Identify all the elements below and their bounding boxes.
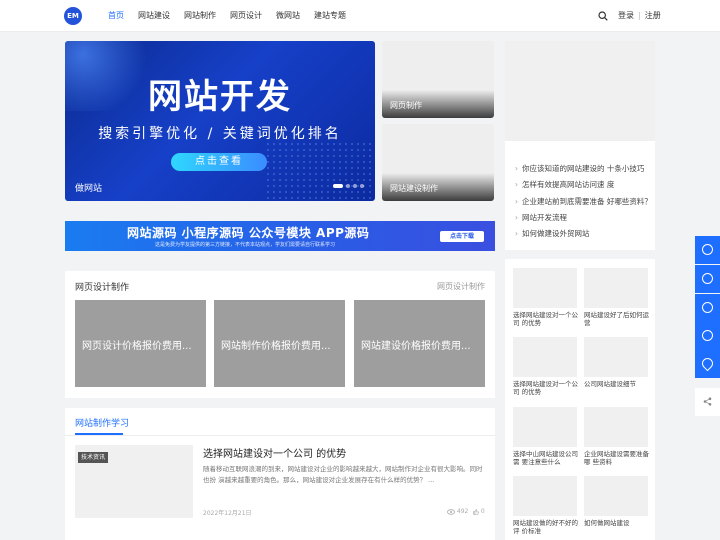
side-card-site-building[interactable]: 网站建设制作 [382, 124, 494, 201]
hero-banner[interactable]: 网站开发 搜索引擎优化 / 关键词优化排名 点击查看 做网站 [65, 41, 375, 201]
grid-caption[interactable]: 选择中山网站建设公司需 要注意些什么 [513, 450, 581, 466]
grid-thumbnail[interactable] [513, 407, 577, 447]
list-item[interactable]: 企业建站前到底需要准备 好哪些资料？ [515, 194, 652, 210]
banner-view-button[interactable]: 点击查看 [171, 153, 267, 171]
section-title: 网页设计制作 [75, 283, 130, 293]
likes-count: 0 [480, 508, 485, 515]
tab-web-making-learning[interactable]: 网站制作学习 [75, 416, 129, 429]
grid-caption[interactable]: 网站建设做的好不好的评 价标准 [513, 519, 581, 535]
tile-caption: 网站制作价格报价费用... [221, 341, 331, 352]
design-tile[interactable]: 网页设计价格报价费用... [75, 300, 206, 387]
float-qq-button[interactable] [695, 294, 720, 322]
grid-thumbnail[interactable] [584, 268, 648, 308]
section-more-link[interactable]: 网页设计制作 [437, 281, 485, 292]
site-header: EM 首页 网站建设 网站制作 网页设计 微网站 建站专题 登录 | 注册 [0, 0, 720, 32]
grid-caption[interactable]: 选择网站建设对一个公司 的优势 [513, 380, 581, 396]
article-views: 492 [447, 508, 468, 515]
nav-website-building[interactable]: 网站建设 [138, 0, 170, 32]
tab-divider [65, 435, 495, 436]
grid-thumbnail[interactable] [513, 476, 577, 516]
search-icon[interactable] [598, 11, 608, 21]
carousel-dot[interactable] [333, 184, 343, 188]
source-code-ad[interactable]: 网站源码 小程序源码 公众号模块 APP源码 这是免费为学友提供的第三方链接，不… [65, 221, 495, 251]
article-title[interactable]: 选择网站建设对一个公司 的优势 [203, 445, 346, 460]
banner-subtitle: 搜索引擎优化 / 关键词优化排名 [98, 126, 342, 142]
grid-thumbnail[interactable] [584, 407, 648, 447]
web-design-section: 网页设计制作 网页设计制作 网页设计价格报价费用... 网站制作价格报价费用..… [65, 271, 495, 398]
right-ad-placeholder[interactable] [505, 41, 655, 141]
service-icon [702, 244, 713, 255]
grid-caption[interactable]: 选择网站建设对一个公司 的优势 [513, 311, 581, 327]
right-thumb-grid: 选择网站建设对一个公司 的优势 网站建设好了后如何运营 选择网站建设对一个公司 … [505, 259, 655, 540]
card-caption: 网站建设制作 [390, 184, 438, 193]
list-item[interactable]: 怎样有效提高网站访问速 度 [515, 177, 652, 193]
articles-section: 网站制作学习 技术资讯 选择网站建设对一个公司 的优势 随着移动互联网浪潮的到来… [65, 408, 495, 540]
float-wechat-button[interactable] [695, 265, 720, 293]
water-icon [699, 355, 716, 372]
carousel-dot[interactable] [346, 184, 350, 188]
share-icon [703, 396, 712, 406]
grid-caption[interactable]: 企业网站建设需要准备哪 些资料 [584, 450, 652, 466]
register-link[interactable]: 注册 [645, 0, 661, 32]
side-card-web-making[interactable]: 网页制作 [382, 41, 494, 118]
article-likes[interactable]: 0 [473, 508, 485, 515]
login-link[interactable]: 登录 [618, 0, 634, 32]
right-featured-box: 你应该知道的网站建设的 十条小技巧 怎样有效提高网站访问速 度 企业建站前到底需… [505, 41, 655, 250]
carousel-dot[interactable] [360, 184, 364, 188]
carousel-dot[interactable] [353, 184, 357, 188]
banner-caption: 做网站 [75, 184, 103, 194]
float-top-button[interactable] [695, 350, 720, 378]
grid-caption[interactable]: 公司网站建设细节 [584, 380, 652, 388]
tile-caption: 网页设计价格报价费用... [82, 341, 192, 352]
article-excerpt: 随着移动互联网浪潮的到来，网站建设对企业的影响越来越大，网站制作对企业有很大影响… [203, 465, 483, 484]
list-item[interactable]: 如何做建设外贸网站 [515, 226, 652, 242]
design-tile[interactable]: 网站制作价格报价费用... [214, 300, 345, 387]
list-item[interactable]: 网站开发流程 [515, 210, 652, 226]
nav-website-making[interactable]: 网站制作 [184, 0, 216, 32]
article-thumbnail[interactable]: 技术资讯 [75, 445, 193, 518]
banner-dot-grid [265, 141, 375, 201]
qq-icon [702, 302, 713, 313]
ad-download-button[interactable]: 点击下载 [440, 231, 484, 242]
site-logo[interactable]: EM [64, 7, 82, 25]
nav-topics[interactable]: 建站专题 [314, 0, 346, 32]
auth-links: 登录 | 注册 [618, 0, 661, 32]
float-service-button[interactable] [695, 236, 720, 264]
grid-thumbnail[interactable] [584, 337, 648, 377]
views-count: 492 [456, 508, 469, 515]
thumbs-up-icon [473, 508, 479, 515]
grid-caption[interactable]: 如何做网站建设 [584, 519, 652, 527]
carousel-dots [333, 184, 364, 188]
headset-icon [702, 330, 713, 341]
card-caption: 网页制作 [390, 101, 422, 110]
article-tag[interactable]: 技术资讯 [78, 452, 109, 463]
grid-thumbnail[interactable] [513, 337, 577, 377]
wechat-icon [702, 273, 713, 284]
banner-title: 网站开发 [148, 77, 292, 117]
main-nav: 首页 网站建设 网站制作 网页设计 微网站 建站专题 [108, 0, 360, 32]
nav-web-design[interactable]: 网页设计 [230, 0, 262, 32]
grid-thumbnail[interactable] [584, 476, 648, 516]
nav-home[interactable]: 首页 [108, 0, 124, 32]
tile-caption: 网站建设价格报价费用... [361, 341, 471, 352]
right-article-list: 你应该知道的网站建设的 十条小技巧 怎样有效提高网站访问速 度 企业建站前到底需… [515, 161, 652, 242]
auth-separator: | [638, 11, 641, 20]
float-phone-button[interactable] [695, 322, 720, 350]
nav-micro-site[interactable]: 微网站 [276, 0, 300, 32]
grid-thumbnail[interactable] [513, 268, 577, 308]
ad-title: 网站源码 小程序源码 公众号模块 APP源码 [127, 226, 370, 240]
list-item[interactable]: 你应该知道的网站建设的 十条小技巧 [515, 161, 652, 177]
design-tile[interactable]: 网站建设价格报价费用... [354, 300, 485, 387]
share-button[interactable] [695, 388, 720, 416]
grid-caption[interactable]: 网站建设好了后如何运营 [584, 311, 652, 327]
eye-icon [447, 508, 455, 515]
ad-subtitle: 这是免费为学友提供的第三方链接，不代表本站观点，学友们需要请自行联系学习 [155, 242, 336, 248]
article-date: 2022年12月21日 [203, 510, 252, 517]
